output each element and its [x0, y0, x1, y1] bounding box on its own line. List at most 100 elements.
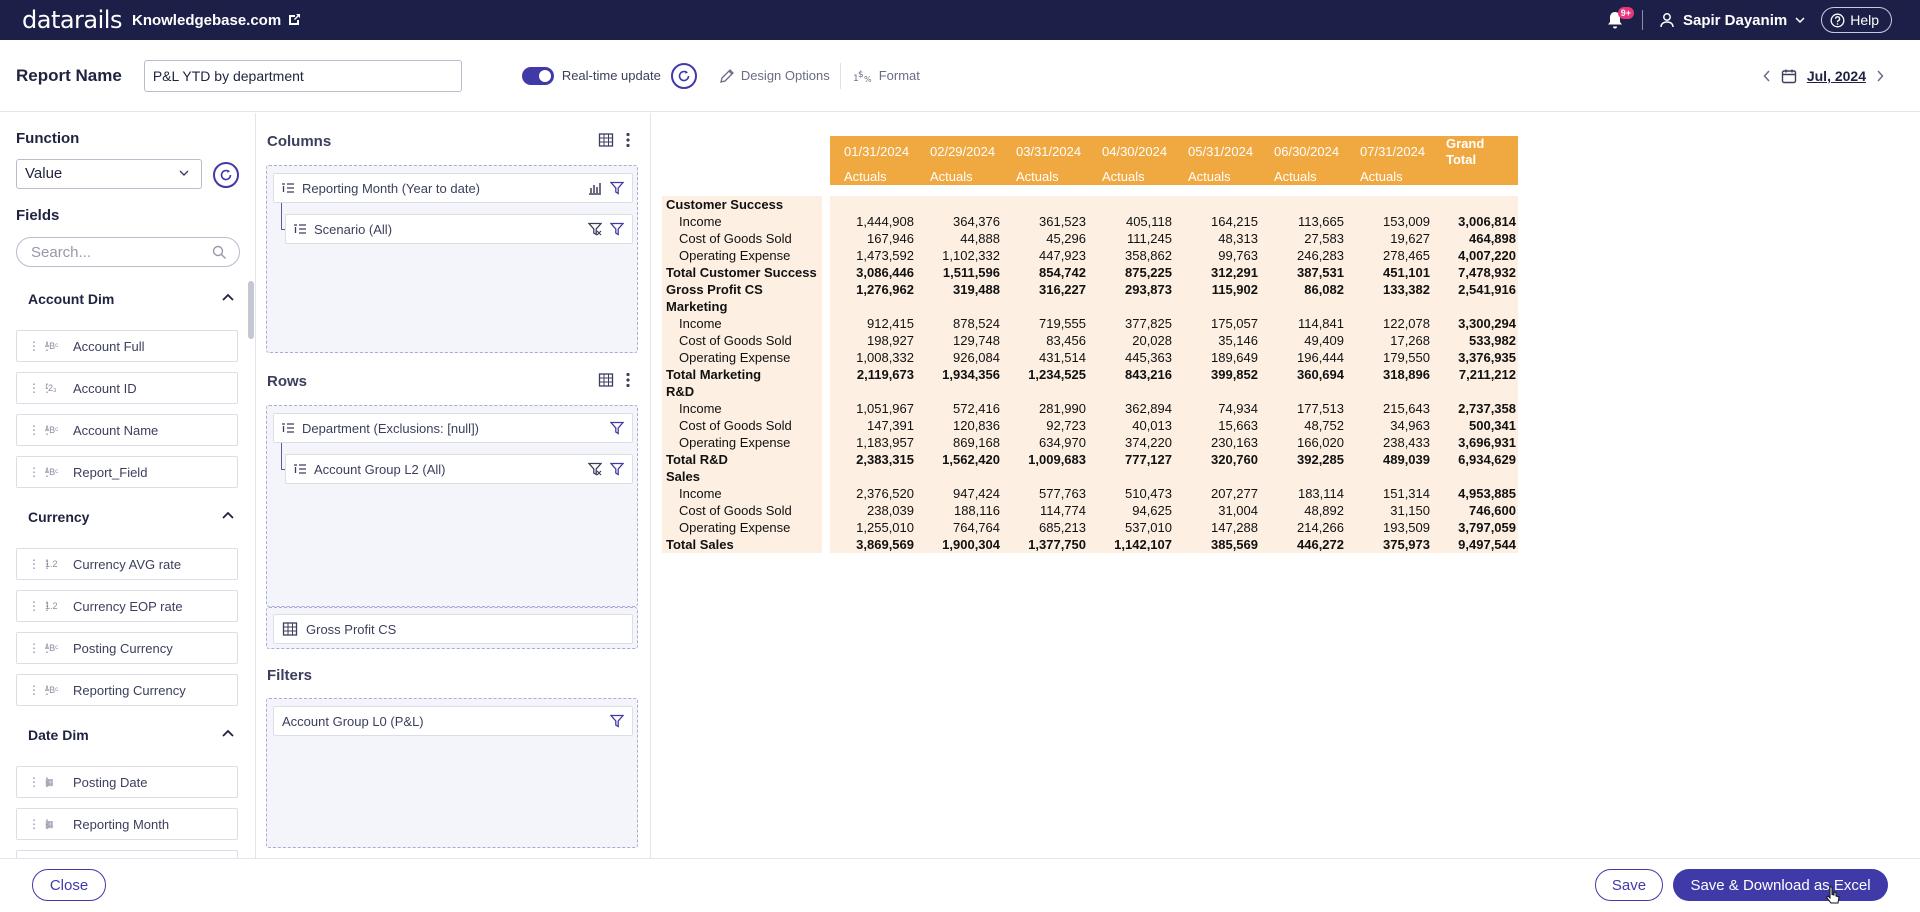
save-button[interactable]: Save [1595, 869, 1663, 901]
field-item[interactable]: ⋮⋮ ᴬBᶜ Report_Field [16, 456, 238, 488]
table-row: Income 1,051,967 572,416 281,990 362,894 74,9… [662, 400, 1518, 417]
row-pill[interactable]: Department (Exclusions: [null]) [273, 413, 633, 443]
field-item[interactable]: ⋮⋮ ▦ Reporting Month [16, 808, 238, 840]
row-gap [822, 281, 830, 298]
chevron-right-icon[interactable] [1876, 70, 1884, 82]
value-cell: 147,391 [830, 417, 916, 434]
period-selector[interactable]: Jul, 2024 [1807, 68, 1866, 84]
bar-chart-icon[interactable] [588, 181, 602, 195]
drag-handle-icon[interactable]: ⋮⋮ [28, 424, 53, 436]
type-decimal-icon: 1.2 [45, 601, 58, 611]
rows-dropzone[interactable]: Department (Exclusions: [null]) Account … [266, 405, 638, 607]
value-cell [1260, 196, 1346, 213]
more-vertical-icon[interactable] [626, 132, 630, 148]
value-cell: 777,127 [1088, 451, 1174, 468]
chevron-up-icon [222, 293, 234, 301]
group-title: Account Dim [28, 291, 115, 307]
field-item[interactable]: ⋮⋮ ¹2₃ Account ID [16, 372, 238, 404]
rows-label: Rows [267, 373, 308, 390]
field-item[interactable]: ⋮⋮ ᴬBᶜ Account Name [16, 414, 238, 446]
field-item[interactable]: ⋮⋮ 1.2 Currency AVG rate [16, 548, 238, 580]
value-cell [1088, 383, 1174, 400]
value-cell: 431,514 [1002, 349, 1088, 366]
field-name: Report_Field [73, 464, 148, 480]
report-name-input[interactable] [143, 59, 462, 92]
drag-handle-icon[interactable]: ⋮⋮ [28, 340, 53, 352]
filter-pill[interactable]: Account Group L0 (P&L) [273, 706, 633, 736]
value-cell [916, 468, 1002, 485]
drag-handle-icon[interactable]: ⋮⋮ [28, 600, 53, 612]
datarails-logo[interactable]: datarails [22, 6, 122, 34]
value-cell: 48,892 [1260, 502, 1346, 519]
type-text-icon: ᴬBᶜ [45, 467, 59, 477]
user-menu[interactable]: Sapir Dayanim [1659, 12, 1805, 29]
refresh-icon [220, 169, 232, 181]
format-button[interactable]: 1 $% Format [853, 68, 920, 84]
filter-icon[interactable] [610, 714, 624, 728]
design-options-button[interactable]: Design Options [719, 68, 830, 84]
pill-label: Scenario (All) [314, 221, 393, 237]
refresh-button[interactable] [670, 62, 697, 89]
grand-total-cell: 4,953,885 [1432, 485, 1518, 502]
value-pill[interactable]: Gross Profit CS [273, 614, 633, 644]
value-cell: 293,873 [1088, 281, 1174, 298]
filter-icon[interactable] [610, 181, 624, 195]
drag-handle-icon[interactable]: ⋮⋮ [28, 382, 53, 394]
row-pill[interactable]: Account Group L2 (All) [285, 454, 633, 484]
filters-dropzone[interactable]: Account Group L0 (P&L) [266, 698, 638, 848]
close-label: Close [49, 876, 89, 894]
table-row: Customer Success [662, 196, 1518, 213]
save-download-excel-button[interactable]: Save & Download as Excel [1673, 869, 1888, 901]
filter-clear-icon[interactable] [588, 222, 602, 236]
value-cell [1260, 383, 1346, 400]
field-item[interactable]: ⋮⋮ 1.2 Currency EOP rate [16, 590, 238, 622]
filter-icon[interactable] [610, 222, 624, 236]
close-button[interactable]: Close [32, 869, 106, 901]
grand-total-cell [1432, 298, 1518, 315]
drag-handle-icon[interactable]: ⋮⋮ [28, 818, 53, 830]
function-select[interactable]: Value [16, 159, 202, 189]
company-link[interactable]: Knowledgebase.com [132, 12, 301, 29]
fields-search-input[interactable]: Search... [16, 237, 240, 267]
row-gap [822, 417, 830, 434]
function-refresh-button[interactable] [213, 162, 239, 188]
fields-scrollbar[interactable] [248, 281, 254, 339]
table-icon[interactable] [598, 372, 614, 388]
column-pill[interactable]: Scenario (All) [285, 214, 633, 244]
values-dropzone[interactable]: Gross Profit CS [266, 607, 638, 649]
column-pill[interactable]: Reporting Month (Year to date) [273, 173, 633, 203]
value-cell: 392,285 [1260, 451, 1346, 468]
realtime-toggle[interactable] [521, 66, 554, 85]
filter-icon[interactable] [610, 421, 624, 435]
columns-dropzone[interactable]: Reporting Month (Year to date) Scenario … [266, 165, 638, 353]
drag-handle-icon[interactable]: ⋮⋮ [28, 558, 53, 570]
sort-list-icon [282, 183, 294, 193]
group-header-account-dim[interactable]: Account Dim [28, 291, 234, 307]
column-header-scenario: Actuals [1088, 168, 1174, 185]
help-button[interactable]: Help [1821, 7, 1892, 33]
notifications-button[interactable]: 9+ [1604, 7, 1634, 31]
value-cell: 196,444 [1260, 349, 1346, 366]
table-row: Cost of Goods Sold 167,946 44,888 45,296 111… [662, 230, 1518, 247]
value-cell: 164,215 [1174, 213, 1260, 230]
table-icon[interactable] [598, 132, 614, 148]
field-item[interactable]: ⋮⋮ ᴬBᶜ Reporting Currency [16, 674, 238, 706]
value-cell: 1,562,420 [916, 451, 1002, 468]
calendar-icon[interactable] [1781, 68, 1797, 84]
group-header-date-dim[interactable]: Date Dim [28, 727, 234, 743]
drag-handle-icon[interactable]: ⋮⋮ [28, 684, 53, 696]
more-vertical-icon[interactable] [626, 372, 630, 388]
filter-clear-icon[interactable] [588, 462, 602, 476]
report-preview: 01/31/2024 02/29/2024 03/31/2024 04/30/2… [652, 113, 1920, 858]
group-header-currency[interactable]: Currency [28, 509, 234, 525]
filter-icon[interactable] [610, 462, 624, 476]
field-item[interactable]: ⋮⋮ ᴬBᶜ Posting Currency [16, 632, 238, 664]
user-icon [1660, 13, 1674, 28]
drag-handle-icon[interactable]: ⋮⋮ [28, 642, 53, 654]
field-item[interactable]: ⋮⋮ ᴬBᶜ Account Full [16, 330, 238, 362]
drag-handle-icon[interactable]: ⋮⋮ [28, 466, 53, 478]
table-icon [282, 622, 298, 636]
chevron-left-icon[interactable] [1763, 70, 1771, 82]
drag-handle-icon[interactable]: ⋮⋮ [28, 776, 53, 788]
field-item[interactable]: ⋮⋮ ▦ Posting Date [16, 766, 238, 798]
